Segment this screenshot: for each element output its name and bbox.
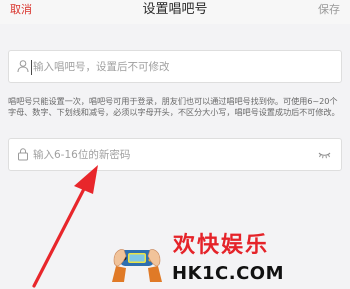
app-screen: 取消 设置唱吧号 保存 唱吧号只能设置一次，唱吧号可用于登录，朋友们也可以通过唱…	[0, 0, 350, 289]
watermark-site: HK1C.COM	[172, 263, 285, 284]
password-input[interactable]	[33, 147, 305, 163]
text-cursor	[31, 60, 32, 75]
watermark-title: 欢快娱乐	[173, 233, 270, 258]
user-icon	[17, 60, 29, 73]
nav-bar: 取消 设置唱吧号 保存	[0, 0, 350, 24]
username-field[interactable]	[8, 50, 342, 83]
watermark-logo: 欢快娱乐 HK1C.COM	[110, 230, 350, 289]
lock-icon	[18, 148, 28, 161]
page-title: 设置唱吧号	[142, 2, 208, 17]
username-input[interactable]	[33, 59, 305, 75]
password-field[interactable]	[8, 138, 342, 171]
username-hint: 唱吧号只能设置一次，唱吧号可用于登录，朋友们也可以通过唱吧号找到你。可使用6~2…	[8, 96, 340, 117]
save-button[interactable]: 保存	[318, 3, 340, 17]
game-controller-hands-icon	[112, 249, 162, 282]
eye-closed-icon[interactable]	[318, 151, 331, 159]
